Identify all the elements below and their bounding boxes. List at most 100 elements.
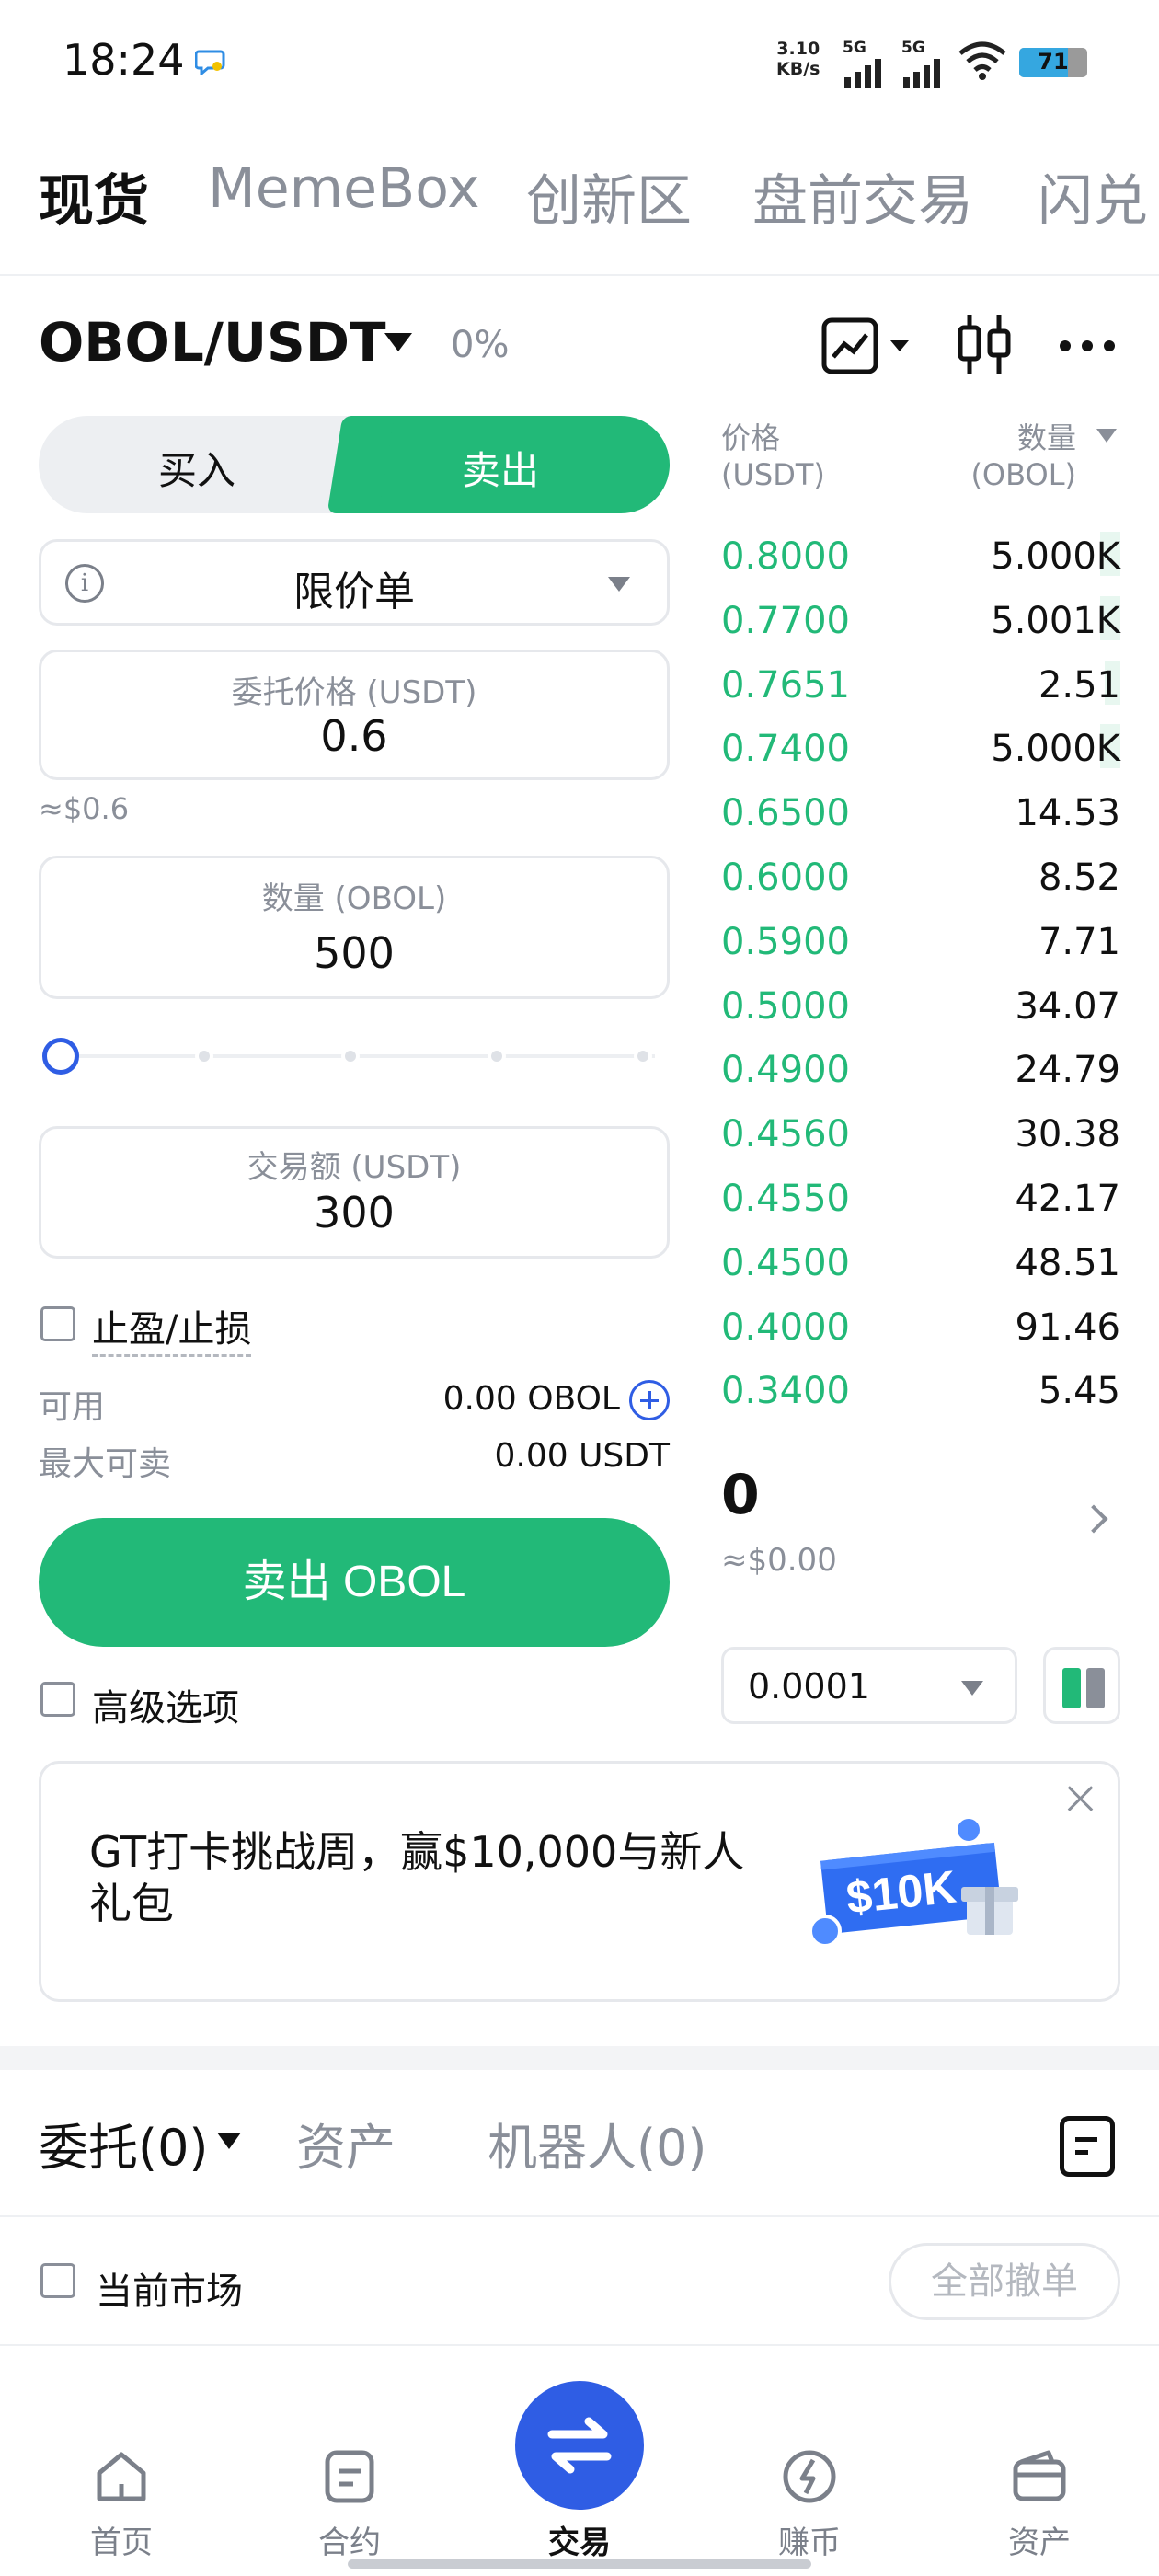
price-header-label: 价格 [721,420,781,455]
advanced-options-label[interactable]: 高级选项 [92,1678,239,1731]
ask-price: 0.4000 [721,1305,850,1349]
ask-quantity: 8.52 [1038,857,1120,899]
close-icon[interactable] [1062,1780,1099,1817]
chart-icon[interactable] [820,316,916,375]
more-icon[interactable] [1058,337,1117,355]
price-value[interactable]: 0.6 [41,711,667,761]
current-market-checkbox[interactable] [40,2263,75,2298]
order-type-select[interactable]: i 限价单 [39,539,670,626]
ask-quantity: 5.000K [991,728,1120,771]
sell-submit-button[interactable]: 卖出 OBOL [39,1518,670,1647]
current-market-label[interactable]: 当前市场 [96,2261,243,2315]
nav-home-label: 首页 [90,2524,153,2561]
advanced-options-checkbox[interactable] [40,1682,75,1717]
price-field[interactable]: 委托价格 (USDT) 0.6 [39,650,670,780]
ask-price: 0.4900 [721,1049,850,1092]
ask-price: 0.7400 [721,728,850,771]
amount-field[interactable]: 交易额 (USDT) 300 [39,1126,670,1259]
orderbook-row[interactable]: 0.4550 42.17 [721,1170,1120,1222]
gift-promo-image: $10K [809,1815,1018,1948]
market-tabs: 现货 MemeBox 创新区 盘前交易 闪兑 [0,156,1159,276]
orderbook-row[interactable]: 0.3400 5.45 [721,1363,1120,1414]
orderbook-row[interactable]: 0.5900 7.71 [721,914,1120,965]
ask-quantity: 5.45 [1038,1370,1120,1413]
status-bar: 18:24 3.10 KB/s 5G 5G 71 [0,0,1159,120]
home-indicator[interactable] [348,2559,811,2569]
ask-price: 0.5000 [721,984,850,1028]
orderbook-row[interactable]: 0.7651 2.51 [721,657,1120,708]
home-icon [97,2452,146,2501]
quantity-value[interactable]: 500 [41,928,667,978]
ask-quantity: 2.51 [1038,663,1120,707]
orders-dropdown-icon[interactable] [217,2133,241,2149]
orderbook-row[interactable]: 0.7400 5.000K [721,720,1120,772]
quantity-field[interactable]: 数量 (OBOL) 500 [39,856,670,999]
earn-icon [783,2450,836,2503]
ask-quantity: 30.38 [1015,1113,1120,1156]
orderbook-row[interactable]: 0.4000 91.46 [721,1299,1120,1351]
ask-price: 0.6500 [721,792,850,835]
tab-memebox[interactable]: MemeBox [208,156,480,221]
tpsl-checkbox[interactable] [40,1306,75,1341]
orderbook-row[interactable]: 0.8000 5.000K [721,528,1120,580]
orderbook-row[interactable]: 0.6000 8.52 [721,849,1120,901]
candlestick-icon[interactable] [955,311,1014,377]
orderbook-qty-header[interactable]: 数量 (OBOL) [970,420,1076,493]
quantity-slider[interactable] [42,1036,660,1076]
pair-symbol[interactable]: OBOL/USDT [39,311,386,374]
order-history-icon[interactable] [1060,2116,1115,2177]
promo-banner[interactable]: GT打卡挑战周，赢$10,000与新人礼包 $10K [39,1761,1120,2002]
precision-value: 0.0001 [748,1666,870,1707]
tpsl-label[interactable]: 止盈/止损 [92,1299,252,1357]
tab-flash-swap[interactable]: 闪兑 [1038,156,1148,236]
tab-spot[interactable]: 现货 [39,156,149,236]
ask-quantity: 5.001K [991,599,1120,642]
precision-select[interactable]: 0.0001 [721,1647,1017,1724]
status-time: 18:24 [63,35,185,85]
ask-price: 0.7700 [721,599,850,642]
add-funds-icon[interactable] [629,1380,670,1420]
orderbook-row[interactable]: 0.4560 30.38 [721,1106,1120,1157]
tab-orders[interactable]: 委托(0) [39,2107,209,2179]
slider-mark-75[interactable] [488,1047,506,1065]
orderbook-row[interactable]: 0.5000 34.07 [721,978,1120,1029]
sell-label: 卖出 [462,448,540,493]
price-label: 委托价格 (USDT) [231,674,477,711]
trade-center-button[interactable] [515,2381,644,2510]
amount-value[interactable]: 300 [41,1188,667,1237]
slider-thumb[interactable] [42,1038,79,1075]
max-sell-label: 最大可卖 [39,1445,172,1483]
orderbook-row[interactable]: 0.6500 14.53 [721,785,1120,836]
ask-quantity: 24.79 [1015,1049,1120,1092]
buy-tab[interactable]: 买入 [39,416,379,513]
slider-mark-25[interactable] [195,1047,213,1065]
pair-dropdown-icon[interactable] [384,333,412,351]
tab-assets[interactable]: 资产 [296,2107,396,2179]
orderbook-row[interactable]: 0.4900 24.79 [721,1041,1120,1093]
orderbook-layout-button[interactable] [1043,1647,1120,1724]
orderbook-row[interactable]: 0.7700 5.001K [721,592,1120,644]
orderbook-price-header: 价格 (USDT) [721,420,825,493]
slider-mark-50[interactable] [341,1047,360,1065]
last-price-approx: ≈$0.00 [721,1542,837,1579]
battery-level: 71 [1038,49,1069,75]
orderbook-row[interactable]: 0.4500 48.51 [721,1235,1120,1286]
sort-dropdown-icon[interactable] [1096,429,1117,443]
ask-quantity: 42.17 [1015,1178,1120,1220]
cancel-all-button[interactable]: 全部撤单 [889,2243,1120,2320]
net-speed-unit: KB/s [776,59,820,79]
ask-price: 0.8000 [721,535,850,578]
nav-assets-label: 资产 [1008,2524,1071,2561]
sell-tab[interactable]: 卖出 [361,416,670,513]
slider-mark-100[interactable] [634,1047,652,1065]
chevron-down-icon [961,1681,983,1696]
layout-bar-grey [1086,1668,1105,1708]
tab-bots[interactable]: 机器人(0) [488,2107,707,2179]
quantity-label: 数量 (OBOL) [261,880,447,917]
tab-innovation[interactable]: 创新区 [526,156,692,236]
section-divider [0,2046,1159,2070]
qty-header-unit: (OBOL) [970,457,1076,492]
tab-premarket[interactable]: 盘前交易 [752,156,973,236]
chevron-right-icon[interactable] [1079,1504,1108,1534]
order-type-label: 限价单 [293,569,415,615]
